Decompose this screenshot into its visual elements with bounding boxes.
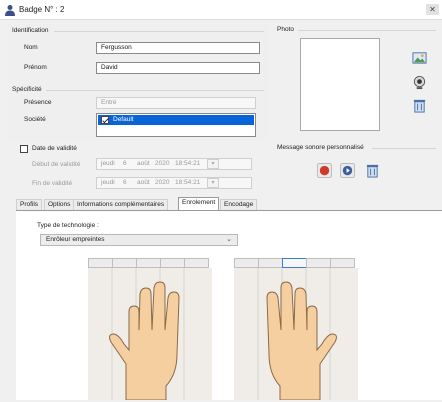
left-finger-bar: [88, 258, 212, 268]
specificite-title: Spécificité: [12, 86, 42, 93]
finger-right-ring[interactable]: [306, 258, 331, 268]
photo-select-icon[interactable]: [412, 50, 427, 65]
validite-checkbox-label: Date de validité: [32, 145, 77, 152]
photo-delete-icon[interactable]: [412, 98, 427, 113]
user-icon: [5, 5, 15, 16]
prenom-field[interactable]: David: [96, 62, 260, 74]
fin-time: 18:54:21: [175, 179, 201, 186]
fin-day: jeudi: [101, 179, 115, 186]
debut-validite-picker: jeudi 6 août 2020 18:54:21 ▾: [96, 158, 252, 170]
identification-group: Identification Nom Fergusson Prénom Davi…: [8, 24, 268, 82]
nom-label: Nom: [24, 44, 38, 51]
finger-left-thumb[interactable]: [184, 258, 209, 268]
sound-title: Message sonore personnalisé: [277, 144, 364, 151]
fin-validite-picker: jeudi 6 août 2020 18:54:21 ▾: [96, 177, 252, 189]
window-title: Badge N° : 2: [19, 5, 65, 14]
fin-month: août: [137, 179, 150, 186]
photo-title: Photo: [277, 26, 294, 33]
tab-encodage[interactable]: Encodage: [220, 199, 258, 210]
techno-select-value: Enrôleur empreintes: [46, 236, 105, 243]
left-hand-icon: [109, 268, 185, 401]
debut-day: jeudi: [101, 160, 115, 167]
play-icon[interactable]: [340, 163, 355, 178]
finger-right-pinky[interactable]: [330, 258, 355, 268]
societe-list-item[interactable]: Default: [98, 115, 254, 125]
techno-select[interactable]: Enrôleur empreintes ⌄: [40, 234, 238, 246]
fin-num: 6: [123, 179, 127, 186]
right-finger-bar: [234, 258, 358, 268]
tab-profils[interactable]: Profils: [16, 199, 43, 210]
nom-field[interactable]: Fergusson: [96, 42, 260, 54]
group-divider: [54, 31, 264, 32]
webcam-icon[interactable]: [412, 75, 427, 90]
record-icon[interactable]: [317, 163, 332, 178]
finger-right-index[interactable]: [258, 258, 283, 268]
presence-label: Présence: [24, 99, 52, 106]
enrolement-panel: Type de technologie : Enrôleur empreinte…: [16, 210, 442, 401]
title-bar: Badge N° : 2 ✕: [0, 0, 442, 20]
societe-item-checkbox[interactable]: [101, 116, 109, 124]
fin-calendar-button: ▾: [207, 178, 219, 188]
fin-validite-label: Fin de validité: [32, 180, 73, 187]
presence-field: Entré: [96, 97, 256, 109]
debut-num: 6: [123, 160, 127, 167]
photo-frame[interactable]: [300, 38, 380, 131]
right-hand-panel: [234, 268, 358, 401]
group-divider: [298, 30, 436, 31]
debut-year: 2020: [155, 160, 170, 167]
identification-title: Identification: [12, 27, 49, 34]
prenom-label: Prénom: [24, 64, 47, 71]
tab-informations[interactable]: Informations complémentaires: [73, 199, 169, 210]
validite-checkbox[interactable]: [20, 145, 28, 153]
debut-calendar-button: ▾: [207, 159, 219, 169]
debut-validite-label: Début de validité: [32, 161, 81, 168]
close-button[interactable]: ✕: [426, 4, 439, 15]
specificite-group: Spécificité Présence Entré Société Defau…: [8, 82, 268, 140]
techno-label: Type de technologie :: [37, 222, 99, 229]
societe-list[interactable]: Default: [96, 113, 256, 137]
finger-left-index[interactable]: [160, 258, 185, 268]
finger-right-thumb[interactable]: [234, 258, 259, 268]
tab-options[interactable]: Options: [44, 199, 75, 210]
finger-left-ring[interactable]: [112, 258, 137, 268]
left-hand-panel: [88, 268, 212, 401]
debut-time: 18:54:21: [175, 160, 201, 167]
finger-left-pinky[interactable]: [88, 258, 113, 268]
finger-right-middle[interactable]: [282, 258, 307, 268]
sound-delete-icon[interactable]: [365, 163, 380, 178]
right-hand-icon: [257, 268, 337, 401]
societe-item-label: Default: [113, 116, 134, 123]
group-divider: [372, 148, 436, 149]
finger-left-middle[interactable]: [136, 258, 161, 268]
fin-year: 2020: [155, 179, 170, 186]
group-divider: [46, 90, 264, 91]
tab-enrolement[interactable]: Enrolement: [178, 197, 220, 210]
societe-label: Société: [24, 116, 46, 123]
debut-month: août: [137, 160, 150, 167]
chevron-down-icon: ⌄: [226, 236, 232, 243]
